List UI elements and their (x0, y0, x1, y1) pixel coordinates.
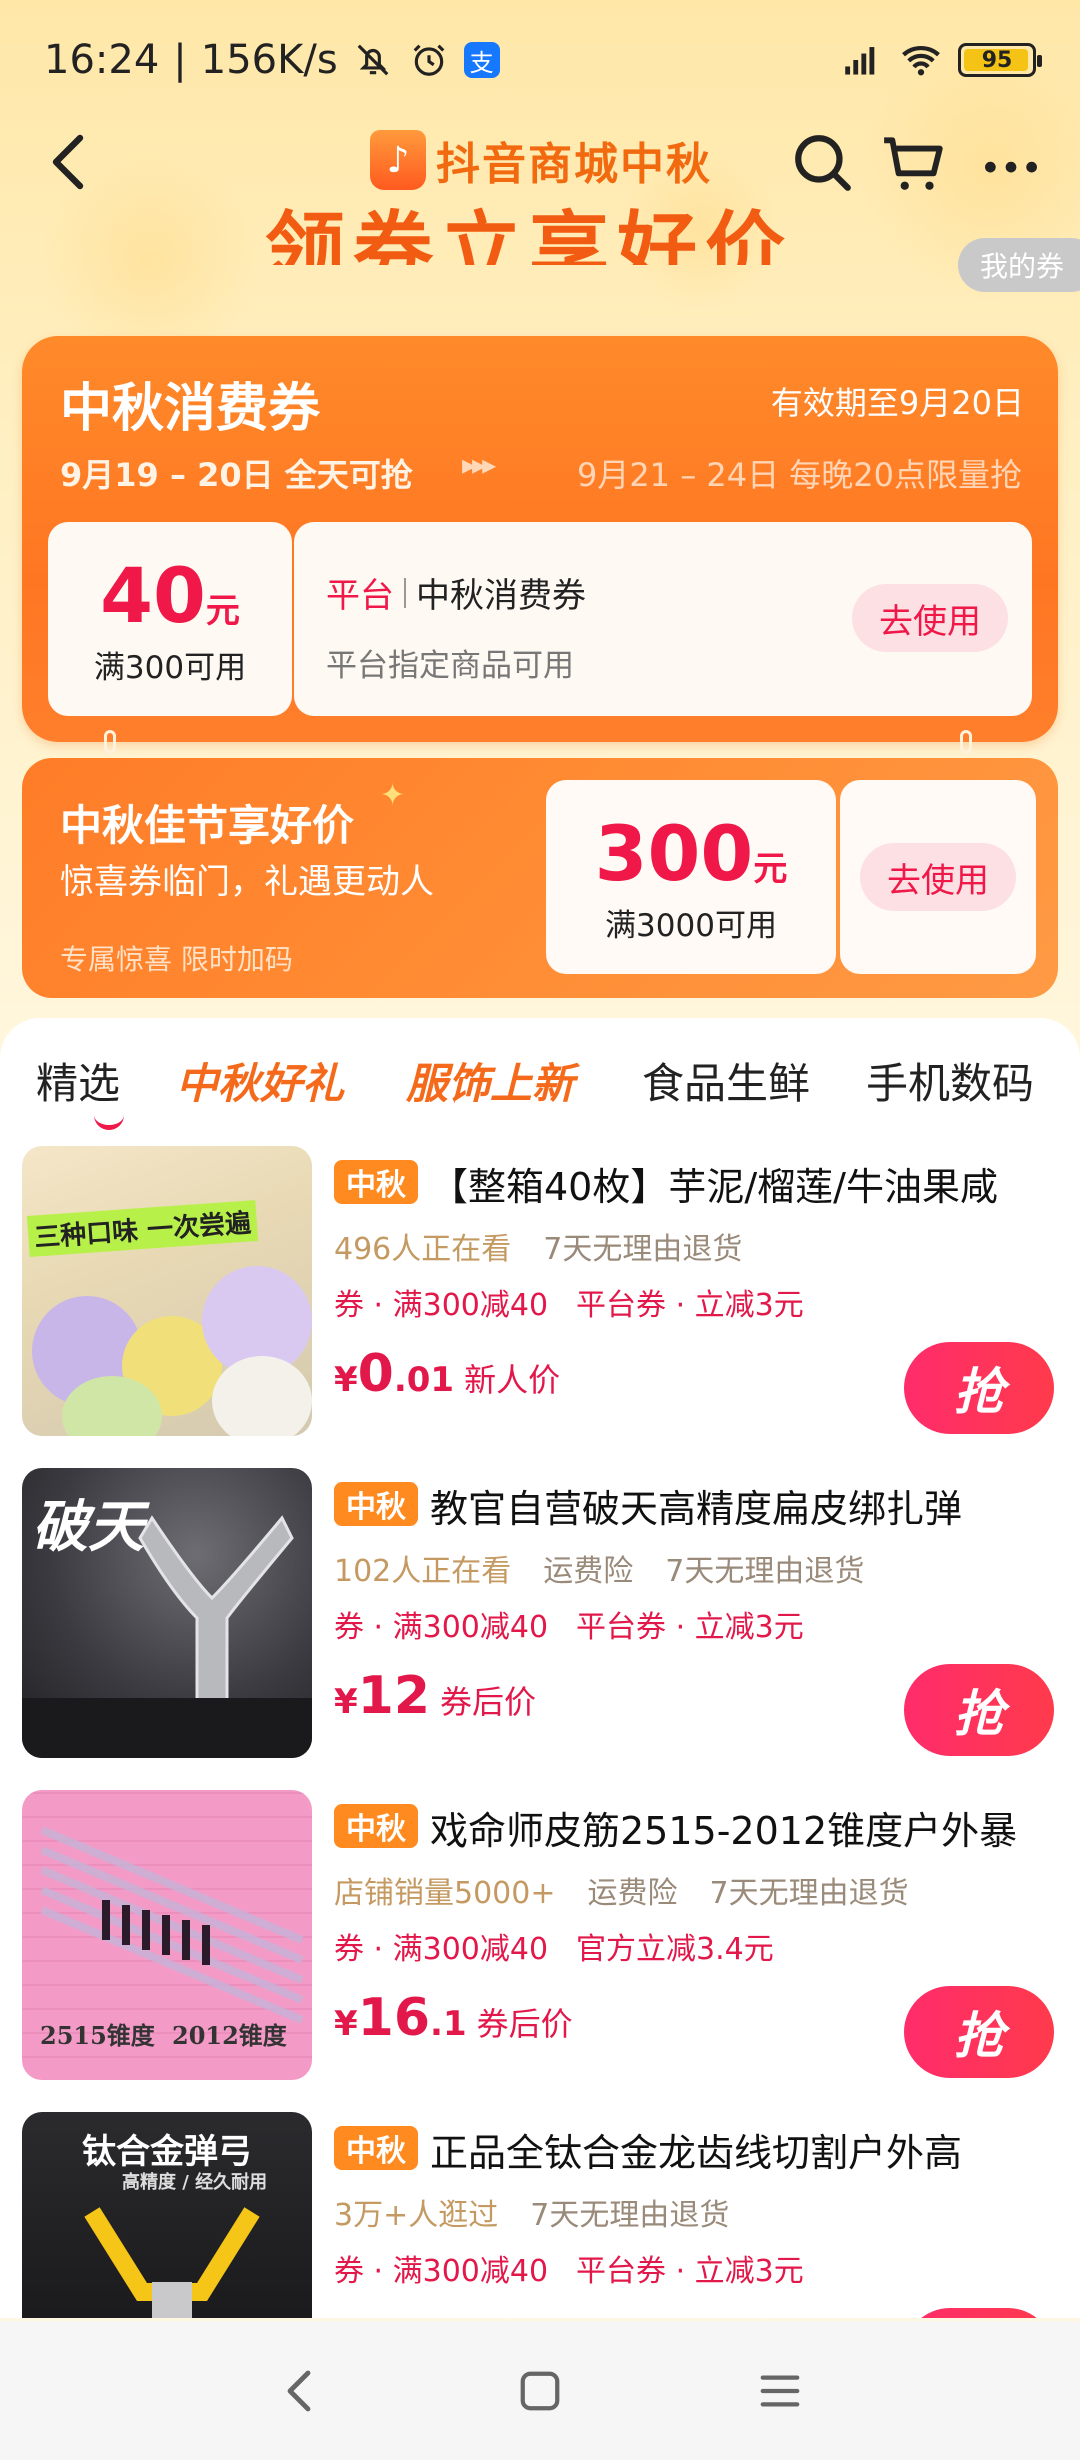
tab-new-apparel[interactable]: 服饰上新 (406, 1050, 574, 1111)
product-meta: 店铺销量5000+ 运费险 7天无理由退货 (334, 1876, 909, 1911)
grab-button[interactable]: 抢 (904, 1986, 1054, 2078)
festival-coupon-button-box: 去使用 (840, 780, 1036, 974)
product-coupons: 券 · 满300减40 平台券 · 立减3元 (334, 1288, 804, 1323)
product-image-titanium-slingshot[interactable]: 钛合金弹弓 高精度 / 经久耐用 (22, 2112, 312, 2318)
tab-fresh-food[interactable]: 食品生鲜 (642, 1050, 810, 1111)
nav-menu-icon (760, 2375, 800, 2407)
mid-autumn-tag: 中秋 (334, 1804, 418, 1848)
product-feed: 精选 中秋好礼 服饰上新 食品生鲜 手机数码 三种口味 一次尝遍 中秋 【整箱4… (0, 1018, 1080, 2318)
mute-bell-icon (352, 39, 394, 81)
category-tabs: 精选 中秋好礼 服饰上新 食品生鲜 手机数码 (0, 1050, 1080, 1130)
card-link-notch (960, 730, 972, 754)
more-button[interactable] (978, 130, 1044, 196)
coupon-phase-current: 9月19 – 20日 全天可抢 (60, 456, 413, 494)
status-speed: 156K/s (200, 37, 338, 83)
product-title[interactable]: 教官自营破天高精度扁皮绑扎弹 (430, 1478, 1060, 1533)
festival-coupon-card: 中秋佳节享好价 ✦ 惊喜券临门，礼遇更动人 专属惊喜 限时加码 300元 满30… (22, 758, 1058, 998)
slingshot-icon (84, 2207, 260, 2318)
product-coupons: 券 · 满300减40 官方立减3.4元 (334, 1932, 774, 1967)
wifi-icon (900, 39, 942, 81)
cart-icon (884, 137, 943, 190)
product-meta: 3万+人逛过 7天无理由退货 (334, 2198, 730, 2233)
grab-button[interactable]: 抢 (904, 1664, 1054, 1756)
more-dots-icon (985, 161, 1037, 173)
product-title[interactable]: 【整箱40枚】芋泥/榴莲/牛油果咸 (430, 1156, 1060, 1211)
mid-autumn-tag: 中秋 (334, 2126, 418, 2170)
battery-level: 95 (981, 47, 1013, 73)
grab-button[interactable]: 抢 (904, 1342, 1054, 1434)
product-price: ¥ 12 券后价 (334, 1666, 537, 1726)
product-image-slingshot[interactable]: 破天 (22, 1468, 312, 1758)
tab-digital[interactable]: 手机数码 (866, 1050, 1034, 1111)
festival-coupon-amount-box: 300元 满3000可用 (546, 780, 836, 974)
product-card[interactable]: 2515锥度 2012锥度 中秋 戏命师皮筋2515-2012锥度户外暴 店铺销… (0, 1790, 1080, 2090)
card-link-notch (104, 730, 116, 754)
system-nav-bar (0, 2322, 1080, 2460)
page-title-text: 抖音商城中秋 (436, 139, 712, 190)
product-title[interactable]: 戏命师皮筋2515-2012锥度户外暴 (430, 1800, 1060, 1855)
mid-autumn-coupon-card: 中秋消费券 有效期至9月20日 9月19 – 20日 全天可抢 ▸▸▸ 9月21… (22, 336, 1058, 742)
back-button[interactable] (40, 130, 100, 194)
coupon-condition: 满300可用 (93, 650, 247, 686)
cart-button[interactable] (880, 130, 946, 196)
product-coupons: 券 · 满300减40 平台券 · 立减3元 (334, 2254, 804, 2289)
use-coupon-button[interactable]: 去使用 (852, 584, 1008, 652)
signal-icon (842, 39, 884, 81)
page-title: ♪ 抖音商城中秋 (370, 128, 712, 192)
douyin-bag-icon: ♪ (370, 130, 426, 190)
coupon-amount: 40元 (100, 551, 240, 640)
battery-icon: 95 (958, 43, 1042, 77)
product-title[interactable]: 正品全钛合金龙齿线切割户外高 (430, 2122, 1060, 2177)
festival-coupon-subtitle: 惊喜券临门，礼遇更动人 (60, 862, 434, 902)
coupon-phase-next: 9月21 – 24日 每晚20点限量抢 (576, 456, 1022, 494)
grab-button[interactable] (904, 2308, 1054, 2318)
tab-featured[interactable]: 精选 (36, 1050, 120, 1111)
festival-coupon-condition: 满3000可用 (605, 908, 777, 944)
coupon-type: 平台 中秋消费券 (326, 576, 586, 616)
back-arrow-icon (52, 134, 84, 190)
festival-coupon-note: 专属惊喜 限时加码 (60, 943, 293, 976)
product-card[interactable]: 三种口味 一次尝遍 中秋 【整箱40枚】芋泥/榴莲/牛油果咸 496人正在看 7… (0, 1146, 1080, 1446)
status-bar: 16:24 | 156K/s 支 95 (0, 0, 1080, 120)
product-card[interactable]: 钛合金弹弓 高精度 / 经久耐用 中秋 正品全钛合金龙齿线切割户外高 3万+人逛… (0, 2112, 1080, 2318)
coupon-card-title: 中秋消费券 (60, 379, 321, 439)
use-festival-coupon-button[interactable]: 去使用 (860, 843, 1016, 911)
mid-autumn-tag: 中秋 (334, 1482, 418, 1526)
search-icon (795, 135, 851, 191)
product-image-rubber-bands[interactable]: 2515锥度 2012锥度 (22, 1790, 312, 2080)
coupon-amount-box: 40元 满300可用 (48, 522, 292, 716)
nav-home-button[interactable] (508, 2359, 572, 2423)
festival-coupon-amount: 300元 (594, 809, 788, 898)
product-price: ¥ 0 .01 新人价 (334, 1344, 561, 1404)
festival-coupon-title: 中秋佳节享好价 (60, 801, 355, 850)
product-coupons: 券 · 满300减40 平台券 · 立减3元 (334, 1610, 804, 1645)
product-meta: 496人正在看 7天无理由退货 (334, 1232, 743, 1267)
mid-autumn-tag: 中秋 (334, 1160, 418, 1204)
nav-home-icon (520, 2371, 560, 2411)
tab-mid-autumn-gifts[interactable]: 中秋好礼 (176, 1050, 344, 1111)
nav-back-icon (287, 2370, 311, 2412)
product-price: ¥ 16 .1 券后价 (334, 1988, 573, 2048)
coupon-desc: 平台指定商品可用 (326, 648, 574, 684)
coupon-detail-box: 平台 中秋消费券 平台指定商品可用 去使用 (294, 522, 1032, 716)
product-meta: 102人正在看 运费险 7天无理由退货 (334, 1554, 865, 1589)
coupon-validity: 有效期至9月20日 (770, 384, 1024, 422)
product-image-mochi[interactable]: 三种口味 一次尝遍 (22, 1146, 312, 1436)
status-time: 16:24 (44, 37, 160, 83)
banner-slogan: 领券立享好价 (265, 203, 793, 265)
phase-arrows-icon: ▸▸▸ (462, 448, 496, 481)
alarm-icon (408, 39, 450, 81)
active-tab-indicator (94, 1108, 124, 1130)
sparkle-icon: ✦ (380, 778, 406, 813)
nav-back-button[interactable] (268, 2359, 332, 2423)
alipay-icon: 支 (463, 42, 500, 78)
nav-menu-button[interactable] (748, 2359, 812, 2423)
product-card[interactable]: 破天 中秋 教官自营破天高精度扁皮绑扎弹 102人正在看 运费险 7天无理由退货… (0, 1468, 1080, 1768)
my-coupon-button[interactable]: 我的券 (958, 238, 1080, 292)
search-button[interactable] (790, 130, 856, 196)
